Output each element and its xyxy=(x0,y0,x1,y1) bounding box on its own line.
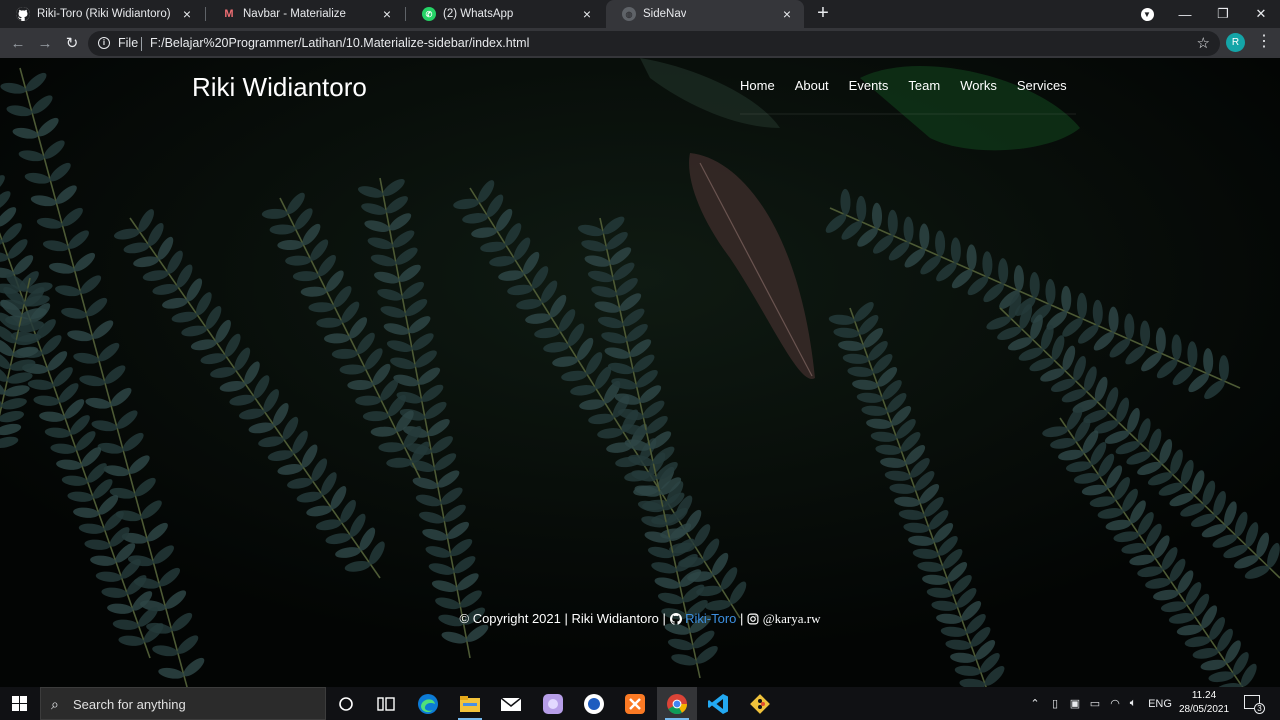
tray-chevron-up-icon[interactable]: ⌃ xyxy=(1026,687,1044,720)
divider xyxy=(141,37,142,51)
xampp-icon[interactable] xyxy=(615,687,655,720)
nav-link-services[interactable]: Services xyxy=(1017,78,1067,93)
taskbar-clock[interactable]: 11.24 28/05/2021 xyxy=(1178,689,1230,717)
photo-app-icon[interactable] xyxy=(533,687,573,720)
vscode-icon[interactable] xyxy=(698,687,738,720)
browser-toolbar: ← → ↻ i File F:/Belajar%20Programmer/Lat… xyxy=(0,28,1280,58)
tab-title: Navbar - Materialize xyxy=(243,8,346,20)
browser-tab-strip: Riki-Toro (Riki Widiantoro) × M Navbar -… xyxy=(0,0,1280,28)
nav-link-works[interactable]: Works xyxy=(960,78,997,93)
close-icon[interactable]: × xyxy=(180,7,194,21)
bookmark-star-icon[interactable]: ☆ xyxy=(1197,34,1210,52)
close-icon[interactable]: × xyxy=(380,7,394,21)
materialize-icon: M xyxy=(224,8,234,20)
clock-time: 11.24 xyxy=(1191,690,1217,701)
copyright-text: © Copyright 2021 | Riki Widiantoro | xyxy=(459,611,666,626)
tab-title: Riki-Toro (Riki Widiantoro) xyxy=(37,8,171,20)
nav-link-team[interactable]: Team xyxy=(908,78,940,93)
close-icon[interactable]: × xyxy=(780,7,794,21)
close-window-button[interactable]: ✕ xyxy=(1242,0,1280,28)
forward-button[interactable]: → xyxy=(35,33,55,53)
new-tab-button[interactable]: + xyxy=(813,3,833,24)
maximize-button[interactable]: ❐ xyxy=(1204,0,1242,28)
git-icon[interactable] xyxy=(740,687,780,720)
minimize-button[interactable]: — xyxy=(1166,0,1204,28)
start-windows-icon[interactable] xyxy=(12,696,27,711)
clock-date: 28/05/2021 xyxy=(1178,704,1230,715)
notification-center-icon[interactable]: 3 xyxy=(1244,695,1265,714)
nav-link-about[interactable]: About xyxy=(795,78,829,93)
site-navbar: Home About Events Team Works Services xyxy=(740,78,1087,93)
mail-icon[interactable] xyxy=(491,687,531,720)
reload-button[interactable]: ↻ xyxy=(62,33,82,53)
page-viewport: Riki Widiantoro Home About Events Team W… xyxy=(0,58,1280,687)
task-view-icon[interactable] xyxy=(366,687,406,720)
globe-icon: ◍ xyxy=(622,7,636,21)
search-icon: ⌕ xyxy=(51,696,59,712)
chrome-icon[interactable] xyxy=(657,687,697,720)
menu-kebab-icon[interactable]: ⋮ xyxy=(1256,33,1272,51)
tab-title: SideNav xyxy=(643,8,687,20)
close-icon[interactable]: × xyxy=(580,7,594,21)
tab-search-button[interactable]: ▼ xyxy=(1128,0,1166,28)
github-icon xyxy=(669,613,682,628)
cortana-icon[interactable] xyxy=(326,687,366,720)
url-text[interactable]: F:/Belajar%20Programmer/Latihan/10.Mater… xyxy=(150,36,529,50)
edge-browser-icon[interactable] xyxy=(408,687,448,720)
volume-icon[interactable]: 🔈︎ xyxy=(1124,687,1142,720)
site-brand-logo[interactable]: Riki Widiantoro xyxy=(192,72,367,103)
footer-separator: | xyxy=(740,611,744,626)
nav-link-events[interactable]: Events xyxy=(849,78,889,93)
address-bar[interactable]: i File F:/Belajar%20Programmer/Latihan/1… xyxy=(88,31,1220,56)
search-placeholder: Search for anything xyxy=(73,697,186,712)
tab-sidenav[interactable]: ◍ SideNav × xyxy=(606,0,804,28)
whatsapp-icon: ✆ xyxy=(422,7,436,21)
tab-materialize[interactable]: M Navbar - Materialize × xyxy=(206,0,404,28)
windows-taskbar: ⌕ Search for anything ⌃ ▯ ▣ ▭ ◠ 🔈︎ ENG 1… xyxy=(0,687,1280,720)
instagram-icon xyxy=(747,613,759,628)
github-link[interactable]: Riki-Toro xyxy=(685,611,736,626)
app-icon[interactable] xyxy=(574,687,614,720)
site-footer: © Copyright 2021 | Riki Widiantoro | Rik… xyxy=(0,611,1280,628)
tab-title: (2) WhatsApp xyxy=(443,8,514,20)
language-indicator[interactable]: ENG xyxy=(1144,687,1176,720)
tray-monitor-icon[interactable]: ▣ xyxy=(1066,687,1084,720)
taskbar-search-input[interactable]: ⌕ Search for anything xyxy=(40,687,326,720)
notification-count-badge: 3 xyxy=(1254,703,1265,714)
github-icon xyxy=(16,7,30,21)
battery-icon[interactable]: ▭ xyxy=(1086,687,1104,720)
tray-device-icon[interactable]: ▯ xyxy=(1046,687,1064,720)
instagram-handle[interactable]: @karya.rw xyxy=(763,611,821,626)
chevron-down-icon: ▼ xyxy=(1140,7,1154,21)
background-foliage-image xyxy=(0,58,1280,687)
tab-github[interactable]: Riki-Toro (Riki Widiantoro) × xyxy=(0,0,204,28)
profile-avatar[interactable]: R xyxy=(1226,33,1245,52)
nav-link-home[interactable]: Home xyxy=(740,78,775,93)
tab-whatsapp[interactable]: ✆ (2) WhatsApp × xyxy=(406,0,604,28)
file-explorer-icon[interactable] xyxy=(450,687,490,720)
scheme-label: File xyxy=(118,36,139,50)
wifi-icon[interactable]: ◠ xyxy=(1106,687,1124,720)
back-button[interactable]: ← xyxy=(8,33,28,53)
info-icon[interactable]: i xyxy=(98,37,110,49)
